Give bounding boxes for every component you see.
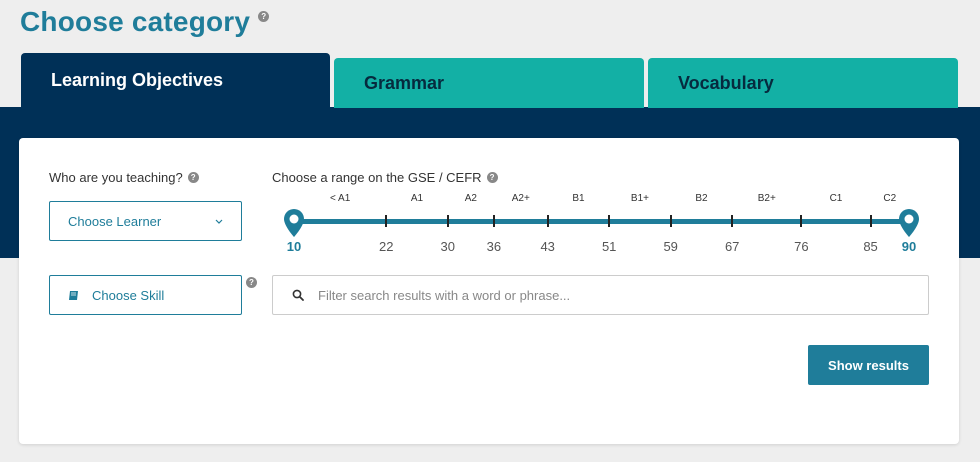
search-field[interactable] [272, 275, 929, 315]
cefr-level-label: B2+ [757, 193, 776, 204]
slider-tick [800, 215, 803, 227]
cefr-level-label: B1 [572, 193, 585, 204]
slider-tick-label: 76 [794, 239, 809, 254]
cefr-level-label: < A1 [329, 193, 351, 204]
range-max-handle[interactable] [897, 208, 921, 238]
cefr-level-label: A2+ [511, 193, 530, 204]
search-icon [292, 289, 304, 301]
question-circle-icon[interactable]: ? [187, 172, 199, 183]
choose-learner-label: Choose Learner [68, 213, 162, 229]
question-circle-icon[interactable]: ? [258, 11, 270, 22]
slider-tick [492, 215, 495, 227]
choose-learner-dropdown[interactable]: Choose Learner [49, 201, 242, 241]
tab-label: Vocabulary [678, 72, 774, 93]
cefr-level-label: A2 [464, 193, 477, 204]
slider-tick-label: 30 [440, 239, 455, 254]
cefr-level-label: A1 [410, 193, 424, 204]
tab-label: Grammar [364, 72, 445, 93]
slider-tick-label: 22 [379, 239, 394, 254]
chevron-down-icon [215, 219, 223, 224]
slider-tick-label: 51 [601, 239, 617, 254]
slider-tick-label: 43 [540, 239, 555, 254]
cefr-level-label: B1+ [630, 193, 649, 204]
range-min-value: 10 [286, 239, 302, 254]
slider-tick [869, 215, 872, 227]
choose-skill-label: Choose Skill [92, 287, 165, 303]
page-header: Choose category ? [20, 6, 270, 38]
cefr-level-label: C1 [829, 193, 843, 204]
range-min-handle[interactable] [282, 208, 306, 238]
slider-tick [446, 215, 449, 227]
range-label: Choose a range on the GSE / CEFR ? [272, 170, 498, 185]
slider-tick [546, 215, 549, 227]
question-circle-icon[interactable]: ? [246, 277, 257, 288]
show-results-button[interactable]: Show results [808, 345, 929, 385]
tab-grammar[interactable]: Grammar [334, 58, 644, 108]
slider-tick-label: 59 [663, 239, 678, 254]
learner-label: Who are you teaching? ? [49, 170, 199, 185]
slider-tick [731, 215, 734, 227]
tab-vocabulary[interactable]: Vocabulary [648, 58, 958, 108]
slider-tick-label: 85 [863, 239, 878, 254]
learner-label-text: Who are you teaching? [49, 170, 183, 185]
slider-tick-label: 36 [486, 239, 502, 254]
range-max-value: 90 [901, 239, 917, 254]
page-title: Choose category [20, 6, 251, 37]
range-label-text: Choose a range on the GSE / CEFR [272, 170, 482, 185]
choose-skill-button[interactable]: Choose Skill [49, 275, 242, 315]
question-circle-icon[interactable]: ? [486, 172, 498, 183]
show-results-label: Show results [828, 357, 909, 373]
slider-tick-label: 67 [724, 239, 740, 254]
tab-label: Learning Objectives [51, 70, 224, 90]
slider-tick [669, 215, 672, 227]
slider-tick [385, 215, 388, 227]
search-input[interactable] [318, 287, 878, 303]
slider-tick [608, 215, 611, 227]
book-icon [69, 290, 78, 300]
filter-card: Who are you teaching? ? Choose Learner C… [19, 138, 959, 444]
cefr-level-label: C2 [883, 193, 897, 204]
cefr-level-label: B2 [695, 193, 708, 204]
gse-range-slider[interactable]: 10 90 22 30 36 43 51 59 67 76 85 < A1 A1 A2 A2+ B1 B1+… [272, 188, 932, 258]
tab-learning-objectives[interactable]: Learning Objectives [21, 53, 330, 108]
